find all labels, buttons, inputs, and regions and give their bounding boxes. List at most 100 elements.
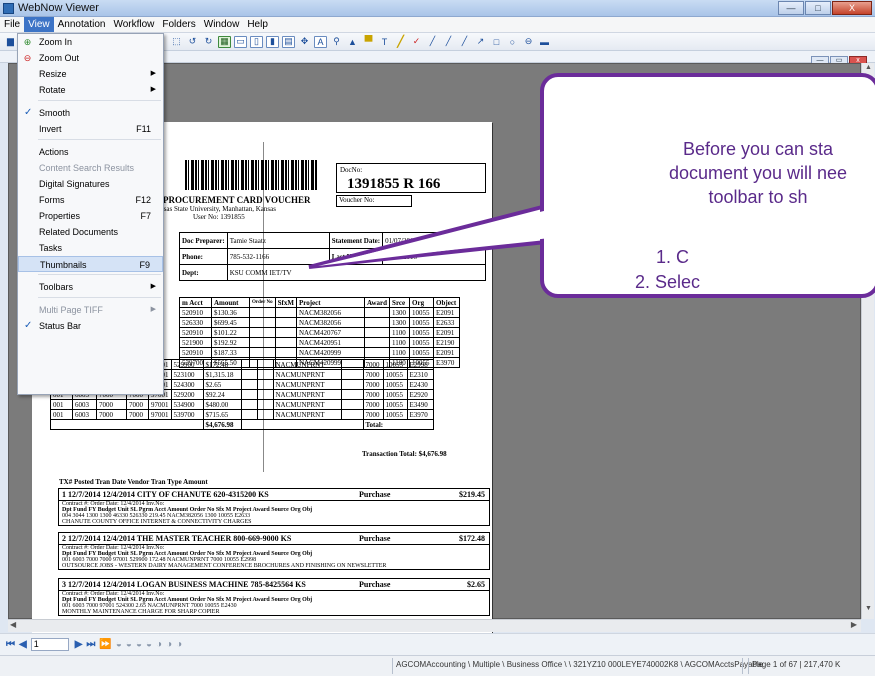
- menu-resize[interactable]: Resize ▶: [18, 66, 163, 82]
- menu-folders[interactable]: Folders: [158, 17, 199, 32]
- select-icon[interactable]: ⬚: [170, 36, 183, 48]
- doc-nav-icon-5[interactable]: ◑: [156, 639, 162, 650]
- tx-summary: 2 12/7/2014 12/4/2014 THE MASTER TEACHER…: [59, 533, 489, 545]
- cell: [249, 317, 276, 328]
- cell: [249, 347, 276, 358]
- cell: 10055: [382, 359, 408, 370]
- menu-actions[interactable]: Actions: [18, 144, 163, 160]
- next-doc-icon[interactable]: ⏭: [86, 639, 95, 650]
- cell: $92.24: [202, 389, 242, 400]
- previous-page-icon[interactable]: ◀: [19, 639, 27, 650]
- thumbnail-icon[interactable]: ▮: [266, 35, 279, 48]
- table-row: 001 6003 7000 7000 97001 539700 $715.65 NACMUNP…: [50, 409, 434, 420]
- fit-width-icon[interactable]: ▭: [234, 35, 247, 48]
- menu-smooth[interactable]: ✓ Smooth: [18, 105, 163, 121]
- status-separator: [392, 658, 393, 674]
- scroll-right-icon[interactable]: ▶: [851, 620, 857, 629]
- horizontal-scrollbar[interactable]: ◀ ▶: [8, 619, 861, 632]
- arrow-icon[interactable]: ↗: [474, 36, 487, 48]
- cell: NACMUNPRNT: [272, 399, 342, 410]
- maximize-button[interactable]: □: [805, 1, 831, 15]
- menu-view[interactable]: View: [24, 17, 54, 32]
- rotate-left-icon[interactable]: ↺: [186, 36, 199, 48]
- next-page-icon[interactable]: ▶: [75, 639, 83, 650]
- menu-help[interactable]: Help: [243, 17, 272, 32]
- rotate-right-icon[interactable]: ↻: [202, 36, 215, 48]
- cell: [274, 347, 297, 358]
- cell: 10055: [382, 369, 408, 380]
- doc-nav-icon-1[interactable]: ◒: [116, 639, 122, 650]
- pen-icon[interactable]: ╱: [394, 36, 407, 48]
- docno-value: 1391855 R 166: [347, 176, 441, 192]
- close-button[interactable]: X: [832, 1, 872, 15]
- col-project: Project: [295, 297, 365, 308]
- menu-invert[interactable]: Invert F11: [18, 121, 163, 137]
- table-row: 521900 $192.92 NACM420951 1100 10055 E2190: [179, 337, 461, 348]
- menu-annotation[interactable]: Annotation: [54, 17, 110, 32]
- doc-nav-icon-4[interactable]: ◒: [146, 639, 152, 650]
- col-award: Award: [363, 297, 391, 308]
- menu-toolbars[interactable]: Toolbars ▶: [18, 279, 163, 295]
- redact-icon[interactable]: ▬: [538, 36, 551, 48]
- doc-nav-icon-3[interactable]: ◒: [136, 639, 142, 650]
- menu-digital-signatures[interactable]: Digital Signatures: [18, 176, 163, 192]
- two-page-icon[interactable]: ▤: [282, 35, 295, 48]
- transaction-3: 3 12/7/2014 12/4/2014 LOGAN BUSINESS MAC…: [58, 578, 490, 616]
- dept-label: Dept:: [179, 264, 228, 281]
- menu-properties[interactable]: Properties F7: [18, 208, 163, 224]
- menu-thumbnails[interactable]: Thumbnails F9: [18, 256, 163, 272]
- menu-workflow[interactable]: Workflow: [109, 17, 158, 32]
- total-cell: $4,676.98: [202, 419, 242, 430]
- col-srce: Srce: [389, 297, 411, 308]
- menu-forms[interactable]: Forms F12: [18, 192, 163, 208]
- check-icon[interactable]: ✓: [410, 36, 423, 48]
- line2-icon[interactable]: ╱: [442, 36, 455, 48]
- menu-zoom-in[interactable]: ⊕ Zoom In: [18, 34, 163, 50]
- ellipse-icon[interactable]: ○: [506, 36, 519, 48]
- menu-rotate[interactable]: Rotate ▶: [18, 82, 163, 98]
- cell: E2998: [406, 359, 434, 370]
- line-icon[interactable]: ╱: [426, 36, 439, 48]
- menu-file[interactable]: File: [0, 17, 24, 32]
- cell: 10055: [409, 327, 435, 338]
- doc-nav-icon-6[interactable]: ◑: [166, 639, 172, 650]
- menu-multi-page-tiff: Multi Page TIFF ▶: [18, 302, 163, 318]
- link-icon[interactable]: ⊖: [522, 36, 535, 48]
- line3-icon[interactable]: ╱: [458, 36, 471, 48]
- pan-icon[interactable]: ✥: [298, 36, 311, 48]
- save-icon[interactable]: ▆: [4, 36, 17, 48]
- doc-nav-icon-7[interactable]: ◑: [176, 639, 182, 650]
- rectangle-icon[interactable]: □: [490, 36, 503, 48]
- menu-tasks[interactable]: Tasks: [18, 240, 163, 256]
- last-doc-icon[interactable]: ⏩: [99, 639, 111, 650]
- table-row: 001 6003 7000 7000 97001 534900 $480.00 NACMUNP…: [50, 399, 434, 410]
- page-selector[interactable]: 1: [30, 638, 69, 651]
- pointer-icon[interactable]: ⚲: [330, 36, 343, 48]
- cell: [249, 307, 276, 318]
- stamp-icon[interactable]: ▲: [346, 36, 359, 48]
- cell: 521900: [179, 337, 212, 348]
- doc-nav-icon-2[interactable]: ◒: [126, 639, 132, 650]
- cell: $130.36: [211, 307, 250, 318]
- menu-status-bar[interactable]: ✓ Status Bar: [18, 318, 163, 334]
- text-annotation-icon[interactable]: A: [314, 35, 327, 48]
- highlighter-icon[interactable]: ▀: [362, 36, 375, 48]
- col-acct: m Acct: [179, 297, 212, 308]
- tx-line: 3 12/7/2014 12/4/2014 LOGAN BUSINESS MAC…: [62, 580, 306, 589]
- menu-related-documents[interactable]: Related Documents: [18, 224, 163, 240]
- text-icon[interactable]: T: [378, 36, 391, 48]
- cell: [256, 399, 274, 410]
- first-page-icon[interactable]: ⏮: [6, 639, 15, 650]
- scroll-left-icon[interactable]: ◀: [10, 620, 16, 629]
- cell: [240, 419, 364, 430]
- last-update-label: Last Update:: [328, 248, 384, 265]
- minimize-button[interactable]: —: [778, 1, 804, 15]
- cell: [340, 399, 364, 410]
- actual-size-icon[interactable]: ▯: [250, 35, 263, 48]
- fit-page-icon[interactable]: ▦: [218, 35, 231, 48]
- menu-window[interactable]: Window: [200, 17, 244, 32]
- callout-line: document you will nee: [668, 163, 848, 183]
- tx-amount: $172.48: [459, 534, 485, 543]
- menu-zoom-out[interactable]: ⊖ Zoom Out: [18, 50, 163, 66]
- scroll-down-icon[interactable]: ▼: [863, 605, 874, 617]
